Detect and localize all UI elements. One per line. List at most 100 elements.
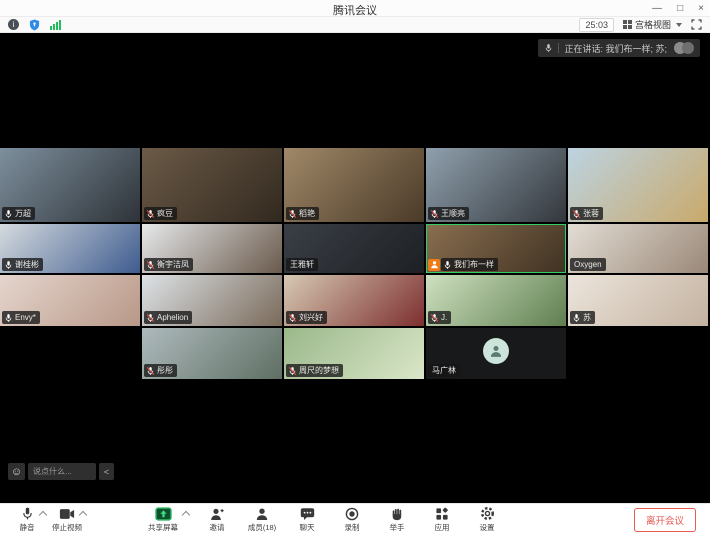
speaking-banner: 正在讲话: 我们布一样; 苏; (538, 39, 700, 57)
members-icon (255, 507, 269, 521)
mic-icon (146, 209, 155, 219)
participant-name: J. (441, 313, 447, 322)
share-screen-icon (155, 507, 172, 521)
mic-icon (288, 366, 297, 376)
meeting-timer: 25:03 (579, 18, 614, 32)
mic-icon (21, 506, 34, 521)
toolbar-item-label: 举手 (390, 522, 405, 533)
toolbar-item-record[interactable]: 录制 (333, 506, 371, 533)
mic-icon (288, 313, 297, 323)
toolbar-item-label: 设置 (480, 522, 495, 533)
speaking-text: 正在讲话: 我们布一样; 苏; (564, 42, 667, 55)
video-tile[interactable]: Aphelion (142, 275, 282, 326)
chat-quick-bar: ☺ < (8, 463, 114, 480)
mic-icon (430, 313, 439, 323)
camera-icon (59, 508, 75, 520)
participant-name: 疯豆 (157, 208, 173, 219)
bottom-toolbar: 静音 停止视频 共享屏幕 邀请 (0, 503, 710, 535)
fullscreen-icon[interactable] (691, 19, 702, 30)
minimize-button[interactable]: — (652, 0, 662, 17)
mic-icon (288, 209, 297, 219)
leave-meeting-button[interactable]: 离开会议 (634, 508, 696, 532)
video-tile[interactable]: Oxygen (568, 224, 708, 273)
mic-icon (146, 366, 155, 376)
video-tile[interactable]: 彤彤 (142, 328, 282, 379)
view-mode-selector[interactable]: 宫格视图 (623, 18, 682, 31)
video-tile[interactable]: 张蓉 (568, 148, 708, 222)
participant-name: 谢桂彬 (15, 259, 39, 270)
participant-name: 衡宇洁凤 (157, 259, 189, 270)
video-tile[interactable]: 刘兴好 (284, 275, 424, 326)
participant-name: 王顺亮 (441, 208, 465, 219)
speaker-avatars (674, 42, 694, 54)
record-icon (345, 507, 359, 521)
title-bar: 腾讯会议 — □ × (0, 0, 710, 17)
video-tile[interactable]: 苏 (568, 275, 708, 326)
chat-icon (300, 507, 315, 521)
video-tile[interactable]: 王雅轩 (284, 224, 424, 273)
participant-name: Aphelion (157, 313, 188, 322)
mic-icon (146, 260, 155, 270)
mic-icon (4, 313, 13, 323)
chat-input[interactable] (28, 463, 96, 480)
window-title: 腾讯会议 (0, 2, 710, 18)
participant-name: 刘兴好 (299, 312, 323, 323)
toolbar-item-label: 邀请 (210, 522, 225, 533)
video-tile[interactable]: 我们布一样 (426, 224, 566, 273)
video-tile[interactable]: 周尺的梦想 (284, 328, 424, 379)
host-badge-icon (428, 259, 440, 271)
toolbar-item-apps[interactable]: 应用 (423, 506, 461, 533)
video-tile[interactable]: 王顺亮 (426, 148, 566, 222)
mic-icon (572, 313, 581, 323)
toolbar-item-invite[interactable]: 邀请 (198, 506, 236, 533)
toolbar-item-settings[interactable]: 设置 (468, 506, 506, 533)
video-tile[interactable]: Envy* (0, 275, 140, 326)
toolbar-item-mic[interactable]: 静音 (8, 506, 46, 533)
security-shield-icon[interactable] (29, 19, 40, 31)
participant-name: 苏 (583, 312, 591, 323)
toolbar-item-label: 停止视频 (52, 522, 82, 533)
participant-name: 马广林 (432, 365, 456, 376)
video-tile[interactable]: 稻艳 (284, 148, 424, 222)
video-tile[interactable]: 衡宇洁凤 (142, 224, 282, 273)
meeting-info-icon[interactable]: i (8, 19, 19, 30)
participant-name: 王雅轩 (290, 259, 314, 270)
maximize-button[interactable]: □ (677, 0, 683, 17)
toolbar-item-label: 成员(18) (248, 522, 276, 533)
participant-name: 周尺的梦想 (299, 365, 339, 376)
mic-icon (430, 209, 439, 219)
toolbar-item-members[interactable]: 成员(18) (243, 506, 281, 533)
toolbar-item-label: 聊天 (300, 522, 315, 533)
toolbar-item-hand[interactable]: 举手 (378, 506, 416, 533)
participant-name: 稻艳 (299, 208, 315, 219)
view-mode-label: 宫格视图 (635, 18, 671, 31)
close-button[interactable]: × (698, 0, 704, 17)
collapse-chat-button[interactable]: < (99, 463, 114, 480)
toolbar-item-label: 共享屏幕 (148, 522, 178, 533)
chevron-up-icon[interactable] (182, 510, 190, 518)
mic-icon (443, 260, 452, 270)
video-tile[interactable]: 谢桂彬 (0, 224, 140, 273)
participant-name: 彤彤 (157, 365, 173, 376)
toolbar-item-camera[interactable]: 停止视频 (48, 506, 86, 533)
mic-icon (572, 209, 581, 219)
participant-name: Oxygen (574, 260, 602, 269)
video-tile[interactable]: J. (426, 275, 566, 326)
mic-icon (544, 43, 553, 53)
network-signal-icon[interactable] (50, 20, 61, 30)
avatar (682, 42, 694, 54)
toolbar-item-label: 录制 (345, 522, 360, 533)
video-tile[interactable]: 疯豆 (142, 148, 282, 222)
meeting-window: 腾讯会议 — □ × i 25:03 宫格视图 (0, 0, 710, 535)
toolbar-item-chat[interactable]: 聊天 (288, 506, 326, 533)
smiley-icon[interactable]: ☺ (8, 463, 25, 480)
toolbar-item-label: 应用 (435, 522, 450, 533)
invite-icon (210, 507, 224, 521)
video-tile[interactable]: 马广林 (426, 328, 566, 379)
video-tile[interactable]: 万超 (0, 148, 140, 222)
mic-icon (146, 313, 155, 323)
meeting-top-bar: i 25:03 宫格视图 (0, 17, 710, 33)
participant-name: 张蓉 (583, 208, 599, 219)
participant-name: 我们布一样 (454, 259, 494, 270)
toolbar-item-share-screen[interactable]: 共享屏幕 (144, 506, 182, 533)
